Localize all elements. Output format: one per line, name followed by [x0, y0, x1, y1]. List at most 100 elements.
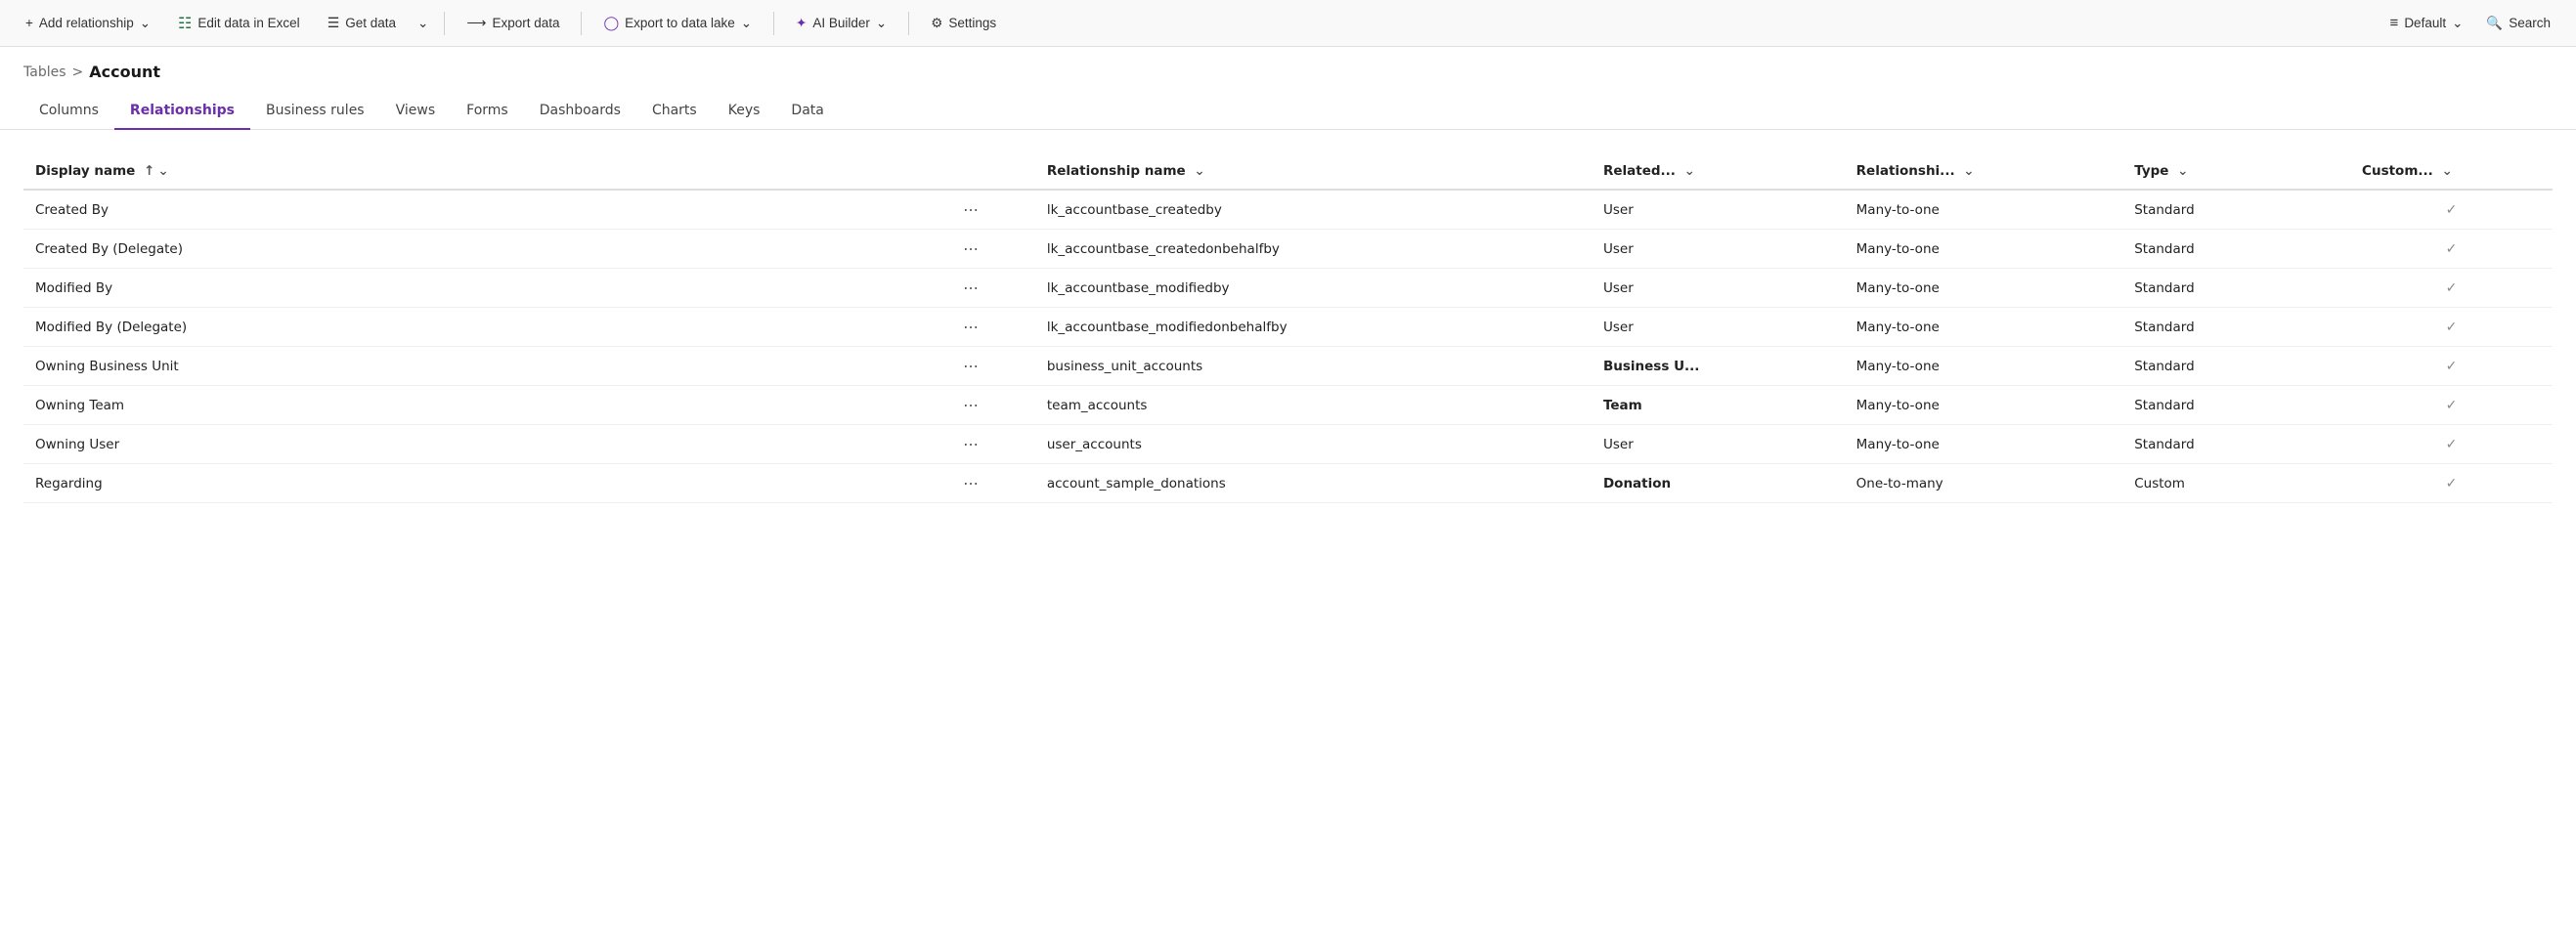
column-header-custom[interactable]: Custom... ⌄: [2350, 153, 2553, 190]
tab-bar: ColumnsRelationshipsBusiness rulesViewsF…: [0, 93, 2576, 130]
cell-related: Business U...: [1592, 347, 1845, 386]
cell-display-name: Owning User: [23, 425, 908, 464]
dots-icon[interactable]: ⋯: [963, 357, 981, 375]
tab-forms[interactable]: Forms: [451, 93, 524, 130]
get-data-button[interactable]: ☰ Get data: [318, 10, 406, 36]
edit-excel-label: Edit data in Excel: [197, 16, 299, 30]
cell-display-name: Owning Team: [23, 386, 908, 425]
tab-keys[interactable]: Keys: [713, 93, 776, 130]
table-row[interactable]: Created By⋯lk_accountbase_createdbyUserM…: [23, 190, 2553, 230]
tab-charts[interactable]: Charts: [636, 93, 713, 130]
dots-icon[interactable]: ⋯: [963, 396, 981, 414]
table-header: Display name ↑ ⌄ Relationship name ⌄ Rel…: [23, 153, 2553, 190]
cell-dots-menu[interactable]: ⋯: [908, 230, 1034, 269]
column-header-related[interactable]: Related... ⌄: [1592, 153, 1845, 190]
cell-dots-menu[interactable]: ⋯: [908, 464, 1034, 503]
settings-button[interactable]: ⚙ Settings: [921, 11, 1006, 36]
tab-views[interactable]: Views: [380, 93, 452, 130]
cell-custom: ✓: [2350, 386, 2553, 425]
tab-data[interactable]: Data: [775, 93, 839, 130]
ai-builder-button[interactable]: ✦ AI Builder ⌄: [786, 11, 896, 36]
cell-relationship-type: Many-to-one: [1845, 347, 2123, 386]
dots-icon[interactable]: ⋯: [963, 200, 981, 219]
add-relationship-button[interactable]: + Add relationship ⌄: [16, 11, 160, 36]
cell-dots-menu[interactable]: ⋯: [908, 269, 1034, 308]
table-row[interactable]: Modified By (Delegate)⋯lk_accountbase_mo…: [23, 308, 2553, 347]
cell-relationship-type: Many-to-one: [1845, 386, 2123, 425]
toolbar-divider-1: [444, 12, 445, 35]
checkmark-icon: ✓: [2446, 398, 2458, 413]
breadcrumb-tables-link[interactable]: Tables: [23, 64, 66, 80]
table-body: Created By⋯lk_accountbase_createdbyUserM…: [23, 190, 2553, 503]
cell-relationship-name: lk_accountbase_modifiedby: [1035, 269, 1592, 308]
cell-relationship-name: account_sample_donations: [1035, 464, 1592, 503]
sort-icons-type: ⌄: [2177, 163, 2188, 179]
cell-type: Standard: [2122, 425, 2350, 464]
checkmark-icon: ✓: [2446, 359, 2458, 374]
sort-desc-icon-related: ⌄: [1684, 163, 1695, 179]
export-lake-button[interactable]: ◯ Export to data lake ⌄: [593, 10, 762, 36]
table-row[interactable]: Owning User⋯user_accountsUserMany-to-one…: [23, 425, 2553, 464]
default-button[interactable]: ≡ Default ⌄: [2380, 10, 2473, 36]
sort-desc-icon-custom: ⌄: [2441, 163, 2452, 179]
table-row[interactable]: Owning Business Unit⋯business_unit_accou…: [23, 347, 2553, 386]
export-icon: ⟶: [466, 15, 486, 31]
sort-icons-related: ⌄: [1684, 163, 1695, 179]
table-row[interactable]: Modified By⋯lk_accountbase_modifiedbyUse…: [23, 269, 2553, 308]
tab-relationships[interactable]: Relationships: [114, 93, 250, 130]
cell-related: Donation: [1592, 464, 1845, 503]
column-header-relationship-type[interactable]: Relationshi... ⌄: [1845, 153, 2123, 190]
export-data-button[interactable]: ⟶ Export data: [457, 10, 569, 36]
dots-icon[interactable]: ⋯: [963, 435, 981, 453]
checkmark-icon: ✓: [2446, 476, 2458, 491]
export-lake-chevron: ⌄: [741, 16, 752, 31]
relationships-table: Display name ↑ ⌄ Relationship name ⌄ Rel…: [23, 153, 2553, 503]
breadcrumb-account: Account: [89, 63, 160, 81]
dots-icon[interactable]: ⋯: [963, 239, 981, 258]
sort-icons-custom: ⌄: [2441, 163, 2452, 179]
cell-display-name: Created By (Delegate): [23, 230, 908, 269]
ai-icon: ✦: [796, 16, 807, 31]
default-chevron: ⌄: [2452, 16, 2463, 31]
lines-icon: ≡: [2390, 15, 2399, 31]
dots-icon[interactable]: ⋯: [963, 278, 981, 297]
edit-excel-button[interactable]: ☷ Edit data in Excel: [168, 9, 310, 38]
get-data-chevron-button[interactable]: ⌄: [414, 11, 432, 36]
table-row[interactable]: Owning Team⋯team_accountsTeamMany-to-one…: [23, 386, 2553, 425]
toolbar-divider-2: [581, 12, 582, 35]
table-row[interactable]: Regarding⋯account_sample_donationsDonati…: [23, 464, 2553, 503]
plus-icon: +: [25, 16, 33, 30]
cell-relationship-type: Many-to-one: [1845, 230, 2123, 269]
cell-dots-menu[interactable]: ⋯: [908, 347, 1034, 386]
cell-dots-menu[interactable]: ⋯: [908, 308, 1034, 347]
cell-display-name: Owning Business Unit: [23, 347, 908, 386]
cell-relationship-type: One-to-many: [1845, 464, 2123, 503]
cell-type: Standard: [2122, 190, 2350, 230]
sort-icons-display: ↑ ⌄: [144, 163, 169, 179]
cell-dots-menu[interactable]: ⋯: [908, 190, 1034, 230]
column-header-relationship-name[interactable]: Relationship name ⌄: [1035, 153, 1592, 190]
tab-columns[interactable]: Columns: [23, 93, 114, 130]
cell-related: User: [1592, 425, 1845, 464]
dots-icon[interactable]: ⋯: [963, 474, 981, 492]
sort-desc-icon: ⌄: [157, 163, 168, 179]
sort-asc-icon: ↑: [144, 163, 154, 179]
checkmark-icon: ✓: [2446, 280, 2458, 296]
tab-business-rules[interactable]: Business rules: [250, 93, 380, 130]
sort-desc-icon-reltype: ⌄: [1963, 163, 1974, 179]
column-header-display-name[interactable]: Display name ↑ ⌄: [23, 153, 908, 190]
column-header-type[interactable]: Type ⌄: [2122, 153, 2350, 190]
table-header-row: Display name ↑ ⌄ Relationship name ⌄ Rel…: [23, 153, 2553, 190]
cell-type: Standard: [2122, 308, 2350, 347]
toolbar-divider-4: [908, 12, 909, 35]
tab-dashboards[interactable]: Dashboards: [524, 93, 636, 130]
cell-dots-menu[interactable]: ⋯: [908, 386, 1034, 425]
table-row[interactable]: Created By (Delegate)⋯lk_accountbase_cre…: [23, 230, 2553, 269]
dots-icon[interactable]: ⋯: [963, 318, 981, 336]
cell-custom: ✓: [2350, 308, 2553, 347]
cell-custom: ✓: [2350, 464, 2553, 503]
search-button[interactable]: 🔍 Search: [2476, 11, 2560, 36]
cell-dots-menu[interactable]: ⋯: [908, 425, 1034, 464]
cell-related: User: [1592, 308, 1845, 347]
export-lake-label: Export to data lake: [625, 16, 735, 30]
